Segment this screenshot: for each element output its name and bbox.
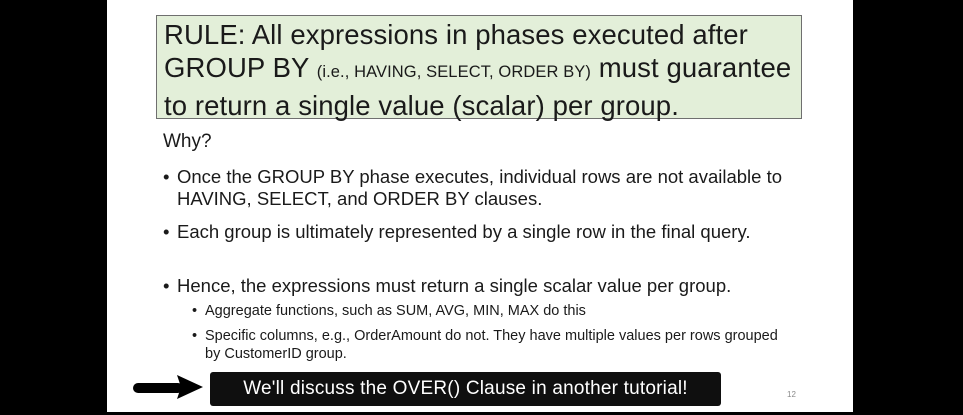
tutorial-banner: We'll discuss the OVER() Clause in anoth… [210, 372, 721, 406]
bullet-marker: • [163, 275, 170, 296]
sub-bullet-item: • Aggregate functions, such as SUM, AVG,… [192, 302, 792, 320]
bullet-item: • Hence, the expressions must return a s… [163, 275, 803, 297]
bullet-marker: • [163, 166, 170, 187]
slide: RULE: All expressions in phases executed… [107, 0, 853, 412]
sub-bullet-marker: • [192, 328, 198, 344]
bullet-item: • Each group is ultimately represented b… [163, 221, 803, 243]
banner-text: We'll discuss the OVER() Clause in anoth… [243, 378, 688, 399]
slide-page-number: 12 [787, 390, 796, 399]
bullet-text: Hence, the expressions must return a sin… [177, 275, 732, 296]
video-frame: RULE: All expressions in phases executed… [0, 0, 963, 415]
rule-text-parenthetical: (i.e., HAVING, SELECT, ORDER BY) [316, 63, 592, 81]
sub-bullet-text: Aggregate functions, such as SUM, AVG, M… [205, 303, 586, 319]
rule-callout-box: RULE: All expressions in phases executed… [156, 15, 802, 121]
why-heading: Why? [163, 131, 212, 152]
bullet-marker: • [163, 221, 170, 242]
sub-bullet-marker: • [192, 303, 198, 319]
bullet-text: Once the GROUP BY phase executes, indivi… [177, 166, 783, 209]
arrow-right-icon [133, 375, 203, 399]
sub-bullet-item: • Specific columns, e.g., OrderAmount do… [192, 327, 792, 363]
sub-bullet-text: Specific columns, e.g., OrderAmount do n… [205, 328, 778, 362]
bullet-text: Each group is ultimately represented by … [177, 221, 751, 242]
bullet-item: • Once the GROUP BY phase executes, indi… [163, 166, 803, 210]
